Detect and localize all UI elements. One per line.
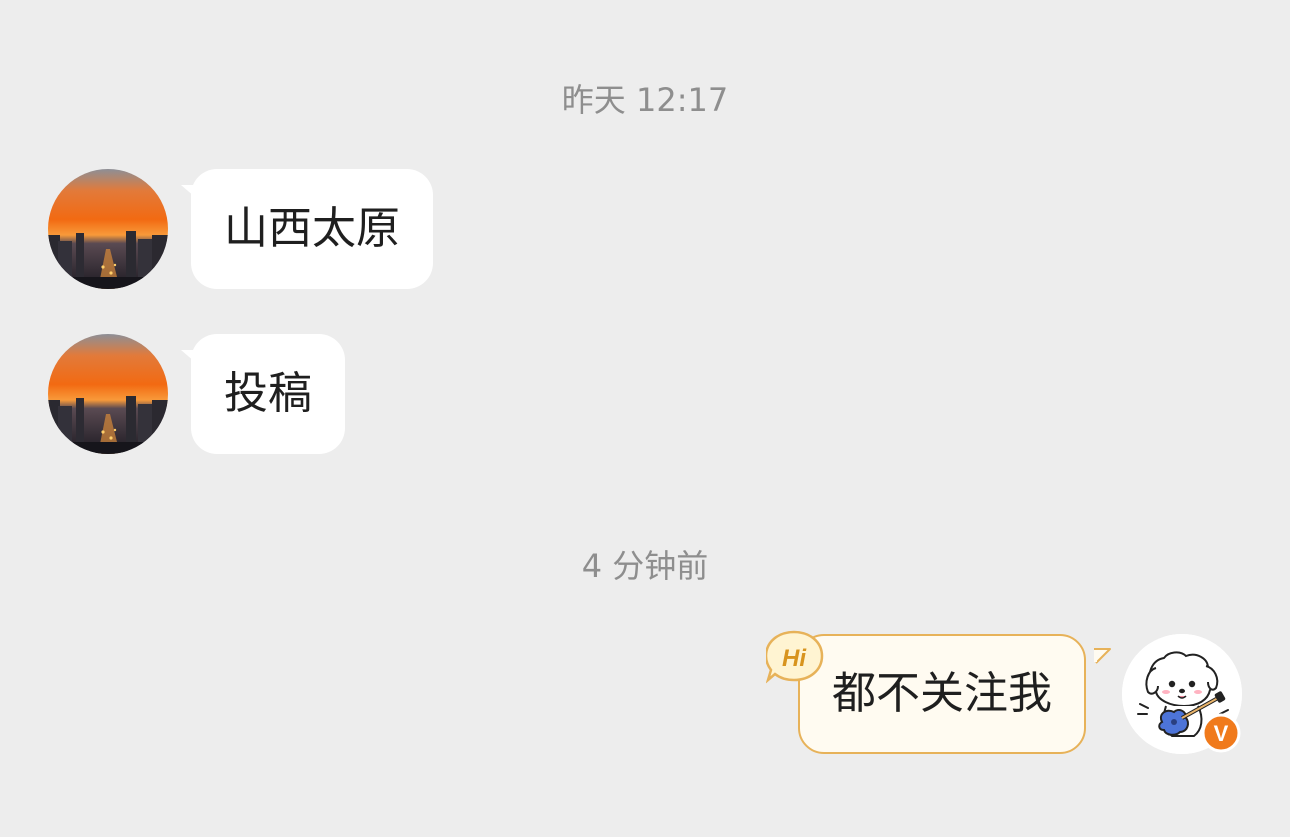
sender-avatar[interactable] (48, 334, 168, 454)
sender-avatar[interactable] (48, 169, 168, 289)
sunset-city-avatar-icon (48, 169, 168, 289)
incoming-message-bubble[interactable]: 投稿 (181, 334, 345, 454)
timestamp-yesterday: 昨天 12:17 (561, 81, 729, 119)
timestamp-minutes-ago: 4 分钟前 (581, 547, 709, 585)
hi-badge-label: Hi (782, 645, 807, 672)
incoming-message-bubble[interactable]: 山西太原 (181, 169, 433, 289)
sunset-city-avatar-icon (48, 334, 168, 454)
hi-badge-icon: Hi (766, 630, 824, 684)
outgoing-message-bubble[interactable]: 都不关注我 (798, 634, 1086, 754)
verified-badge-icon: V (1201, 713, 1241, 753)
verified-badge-label: V (1214, 721, 1229, 746)
bubble-tail-icon (1094, 648, 1111, 664)
